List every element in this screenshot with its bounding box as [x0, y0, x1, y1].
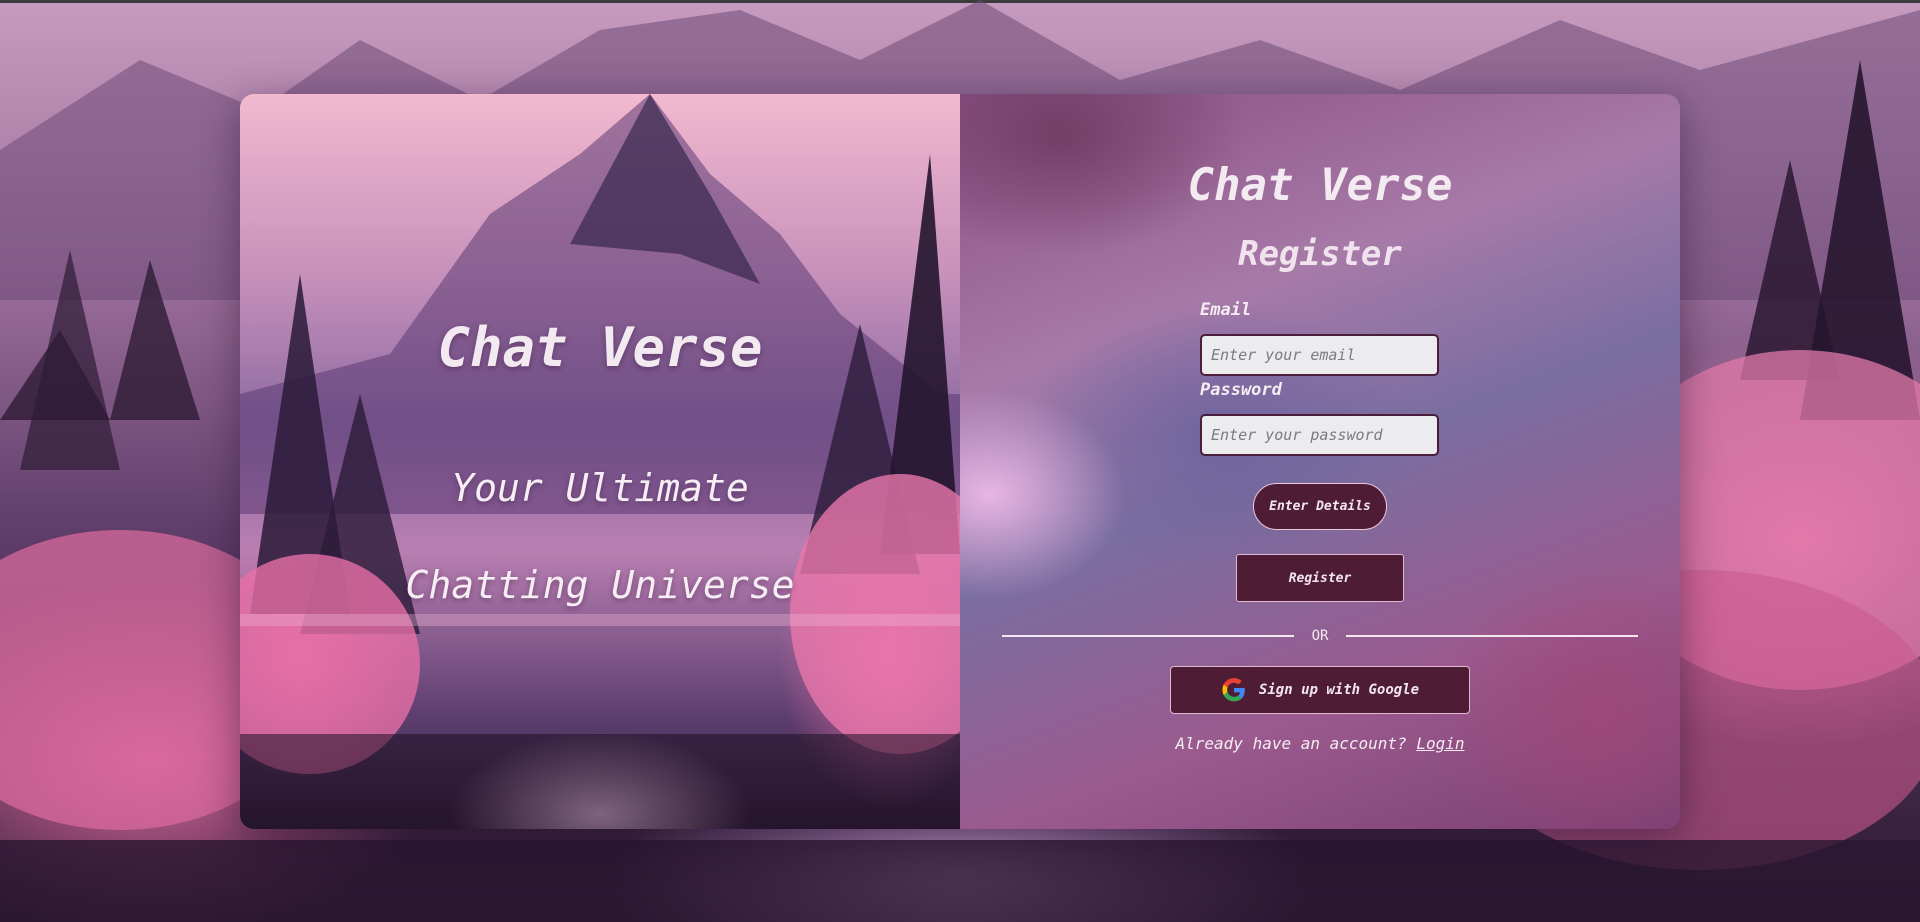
enter-details-button[interactable]: Enter Details	[1253, 483, 1387, 530]
hero-panel: Chat Verse Your Ultimate Chatting Univer…	[240, 94, 960, 829]
google-signup-label: Sign up with Google	[1258, 682, 1420, 698]
email-field[interactable]	[1200, 334, 1439, 376]
hero-title: Chat Verse	[437, 316, 763, 379]
google-icon	[1222, 678, 1245, 702]
divider-line-right	[1346, 635, 1638, 637]
register-button[interactable]: Register	[1236, 554, 1404, 602]
login-prompt-row: Already have an account? Login	[960, 734, 1680, 753]
hero-tagline-line1: Your Ultimate	[451, 466, 749, 510]
hero-tagline-line2: Chatting Universe	[405, 563, 795, 607]
hero-landscape-art	[240, 94, 960, 829]
form-heading: Register	[1238, 234, 1402, 274]
password-field[interactable]	[1200, 414, 1439, 456]
divider-line-left	[1002, 635, 1294, 637]
login-prompt-text: Already have an account?	[1175, 734, 1407, 753]
login-link[interactable]: Login	[1416, 734, 1464, 753]
auth-card: Chat Verse Your Ultimate Chatting Univer…	[240, 94, 1680, 829]
password-label: Password	[1200, 380, 1282, 400]
google-signup-button[interactable]: Sign up with Google	[1170, 666, 1470, 714]
or-divider: OR	[1002, 626, 1638, 646]
email-label: Email	[1200, 300, 1252, 320]
divider-text: OR	[1311, 628, 1329, 644]
page-background: Chat Verse Your Ultimate Chatting Univer…	[0, 0, 1920, 922]
register-form-panel: Chat Verse Register Email Password Enter…	[960, 94, 1680, 829]
brand-title: Chat Verse	[1187, 160, 1453, 211]
